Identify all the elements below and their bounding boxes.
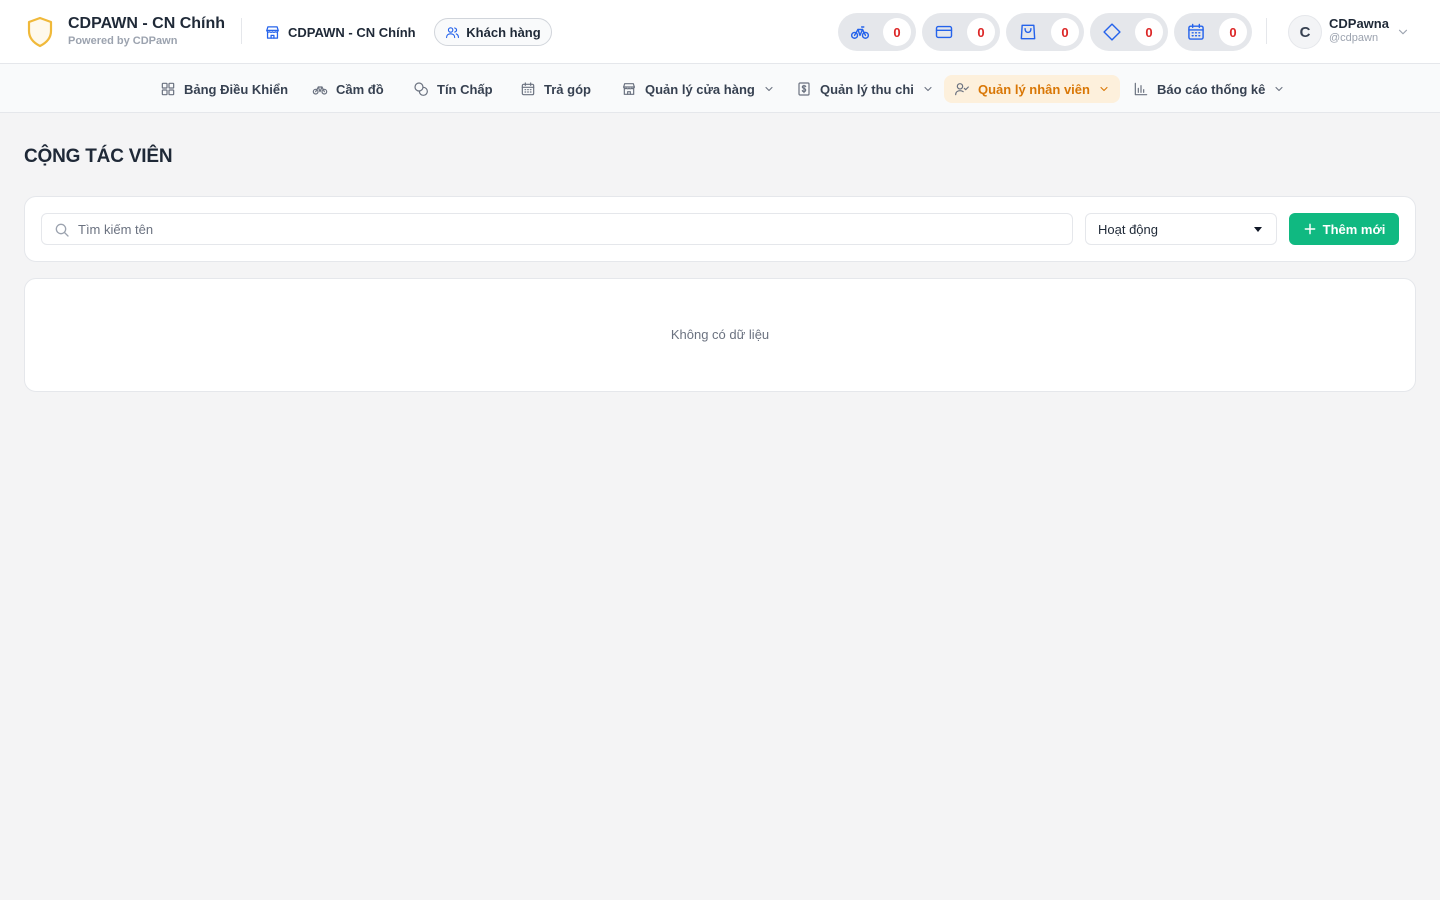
bar-chart-icon — [1134, 82, 1148, 96]
nav-item-unsecured-loan[interactable]: Tín Chấp — [403, 75, 503, 103]
dashboard-icon — [161, 82, 175, 96]
filter-card: Hoạt động Thêm mới — [24, 196, 1416, 262]
counter-bicycle[interactable]: 0 — [838, 13, 916, 51]
shield-logo-icon — [27, 16, 53, 48]
nav-item-dashboard[interactable]: Bảng Điều Khiển — [150, 75, 298, 103]
caret-down-icon — [1254, 227, 1262, 232]
chevron-down-icon — [765, 86, 773, 92]
store-icon — [266, 25, 279, 39]
status-select-value: Hoạt động — [1098, 221, 1158, 237]
nav-item-label: Quản lý nhân viên — [978, 81, 1090, 97]
chevron-down-icon — [924, 86, 932, 92]
counter-value: 0 — [1135, 18, 1163, 46]
chevron-down-icon — [1100, 86, 1108, 92]
user-name[interactable]: CDPawna — [1329, 16, 1389, 31]
nav-item-staff-management[interactable]: Quản lý nhân viên — [944, 75, 1120, 103]
nav-item-label: Cầm đồ — [336, 81, 384, 97]
page-title: CỘNG TÁC VIÊN — [24, 146, 173, 167]
brand-subtitle: Powered by CDPawn — [68, 35, 178, 47]
calendar-icon — [1188, 23, 1204, 40]
nav-item-label: Quản lý thu chi — [820, 81, 914, 97]
counter-value: 0 — [883, 18, 911, 46]
add-new-button[interactable]: Thêm mới — [1289, 213, 1399, 245]
main-navigation: Bảng Điều Khiển Cầm đồ Tín Chấp Trả góp … — [0, 64, 1440, 113]
customers-button[interactable]: Khách hàng — [434, 18, 552, 46]
nav-item-store-management[interactable]: Quản lý cửa hàng — [611, 75, 785, 103]
customers-button-label: Khách hàng — [466, 24, 541, 40]
search-icon — [55, 223, 69, 237]
nav-item-label: Bảng Điều Khiển — [184, 81, 289, 97]
nav-item-label: Quản lý cửa hàng — [645, 81, 755, 97]
credit-card-icon — [935, 25, 953, 39]
empty-state-message: Không có dữ liệu — [670, 327, 770, 342]
counter-calendar[interactable]: 0 — [1174, 13, 1252, 51]
bicycle-icon — [850, 26, 870, 39]
nav-item-label: Tín Chấp — [437, 81, 493, 97]
search-field[interactable] — [41, 213, 1073, 245]
store-icon — [623, 83, 635, 95]
counter-shopping-bag[interactable]: 0 — [1006, 13, 1084, 51]
nav-item-installment[interactable]: Trả góp — [510, 75, 601, 103]
nav-item-finance-management[interactable]: Quản lý thu chi — [786, 75, 944, 103]
brand-title: CDPAWN - CN Chính — [68, 15, 226, 32]
header-divider — [1266, 18, 1267, 44]
chevron-down-icon — [1275, 86, 1283, 92]
add-new-button-label: Thêm mới — [1322, 221, 1386, 237]
calendar-icon — [521, 82, 535, 96]
nav-item-reports[interactable]: Báo cáo thống kê — [1123, 75, 1295, 103]
results-card: Không có dữ liệu — [24, 278, 1416, 392]
header-divider — [241, 18, 242, 44]
counter-value: 0 — [1051, 18, 1079, 46]
counter-credit-card[interactable]: 0 — [922, 13, 1000, 51]
counter-value: 0 — [967, 18, 995, 46]
counter-value: 0 — [1219, 18, 1247, 46]
diamond-icon — [1103, 23, 1121, 41]
chevron-down-icon[interactable] — [1396, 25, 1410, 39]
plus-icon — [1304, 223, 1316, 235]
users-icon — [446, 26, 460, 38]
top-header: CDPAWN - CN Chính Powered by CDPawn CDPA… — [0, 0, 1440, 64]
coins-icon — [414, 82, 428, 96]
counter-diamond[interactable]: 0 — [1090, 13, 1168, 51]
bicycle-icon — [312, 86, 328, 95]
branch-name: CDPAWN - CN Chính — [288, 24, 416, 40]
dollar-doc-icon — [798, 82, 810, 96]
shopping-bag-icon — [1020, 24, 1036, 40]
user-check-icon — [955, 83, 969, 96]
search-input[interactable] — [78, 214, 1068, 244]
avatar[interactable]: C — [1288, 15, 1322, 49]
status-select[interactable]: Hoạt động — [1085, 213, 1277, 245]
branch-selector[interactable]: CDPAWN - CN Chính — [264, 20, 416, 44]
user-handle: @cdpawn — [1329, 32, 1379, 44]
nav-item-label: Trả góp — [544, 81, 591, 97]
nav-item-pawn[interactable]: Cầm đồ — [302, 75, 394, 103]
nav-item-label: Báo cáo thống kê — [1157, 81, 1266, 97]
